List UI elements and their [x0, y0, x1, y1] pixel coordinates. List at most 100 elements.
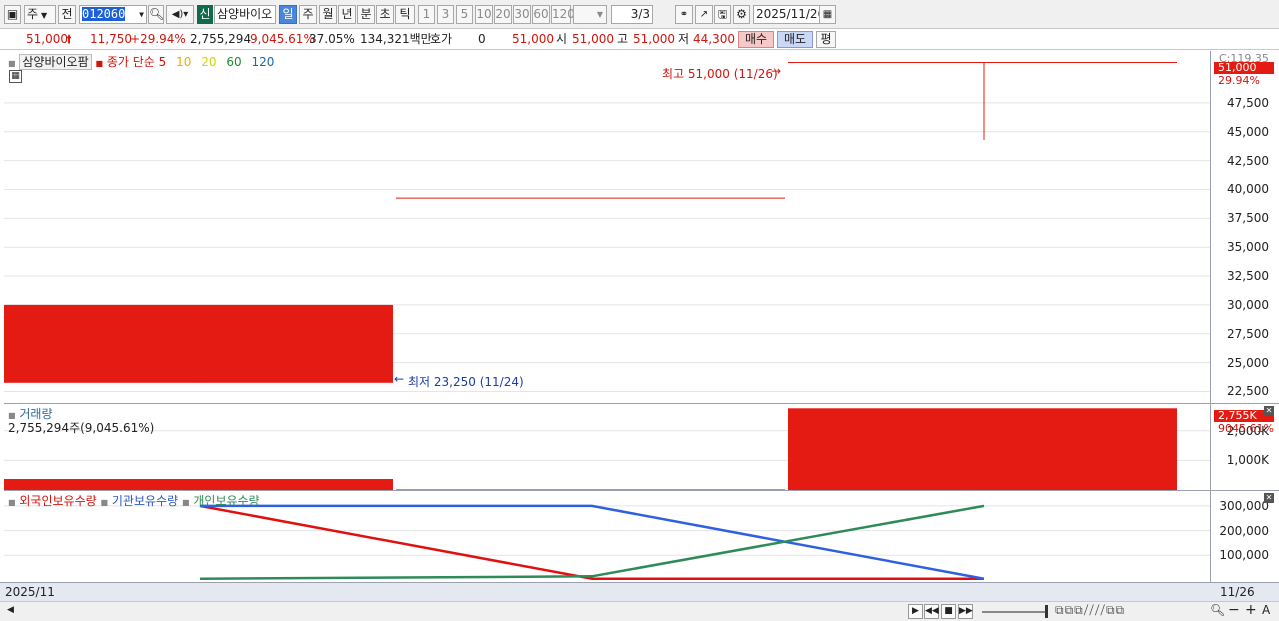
chevron-down-icon[interactable]: ▼: [139, 6, 144, 23]
price-y-tick-3: 40,000: [1227, 182, 1269, 197]
search-icon[interactable]: 🔍︎: [148, 5, 164, 24]
holdings-panel[interactable]: ■ 외국인보유수량 ■ 기관보유수량 ■ 개인보유수량: [4, 490, 1210, 582]
holdings-y-tick-2: 100,000: [1219, 548, 1269, 563]
price-legend: ■ 삼양바이오팜 ■ 종가 단순 5 10 20 60 120: [8, 53, 274, 70]
legend-marker-icon: ■: [181, 498, 190, 507]
open-label: 시: [556, 32, 568, 46]
tab-month[interactable]: 월: [319, 5, 337, 24]
high-price: 51,000: [633, 32, 675, 46]
save-icon[interactable]: 🖫: [714, 5, 731, 24]
tab-day[interactable]: 일: [279, 5, 297, 24]
low-price: 44,300: [693, 32, 735, 46]
price-y-tick-0: 47,500: [1227, 95, 1269, 110]
date-axis: 2025/11 11/26: [0, 582, 1279, 601]
volume-pct-tag: 9045.61%: [1218, 422, 1274, 435]
cursor-tool-icon[interactable]: ↗: [695, 5, 713, 24]
legend-ma-60: 60: [226, 55, 242, 69]
scroll-right-icon[interactable]: ▶: [908, 604, 923, 619]
tab-minute[interactable]: 분: [357, 5, 375, 24]
tab-week[interactable]: 주: [299, 5, 317, 24]
auto-scale-icon[interactable]: A: [1262, 603, 1270, 617]
low-label: 저: [678, 32, 690, 46]
grid-toggle-icon[interactable]: ▦: [9, 70, 22, 83]
volume-bar: [788, 408, 1177, 490]
prev-button[interactable]: 전: [58, 5, 76, 24]
close-panel-icon[interactable]: ✕: [1264, 493, 1274, 503]
volume-y-tick-1: 1,000K: [1226, 453, 1269, 468]
gear-icon[interactable]: ⚙: [733, 5, 750, 24]
price-y-axis: C:119.35 47,500 45,000 42,500 40,000 37,500 3…: [1210, 51, 1279, 403]
tab-tick[interactable]: 틱: [395, 5, 415, 24]
zoom-slider-handle[interactable]: [1045, 605, 1048, 618]
legend-marker-icon: ■: [8, 59, 16, 68]
legend-ma-5: 5: [158, 55, 167, 69]
legend-marker-icon: ■: [95, 59, 104, 68]
turnover-rate: 37.05%: [309, 32, 355, 46]
stock-name-field[interactable]: 삼양바이오: [214, 5, 276, 24]
period-type-select[interactable]: 주 ▼: [24, 5, 56, 24]
zoom-search-icon[interactable]: 🔍︎: [1210, 603, 1225, 617]
zoom-out-icon[interactable]: −: [1228, 602, 1240, 618]
binoculars-icon[interactable]: ⚭: [675, 5, 693, 24]
interval-1[interactable]: 1: [418, 5, 435, 24]
rewind-icon[interactable]: ◀◀: [924, 604, 939, 619]
zoom-slider[interactable]: [982, 611, 1046, 613]
arrow-right-icon: →: [771, 64, 782, 78]
ask-price: 51,000: [512, 32, 554, 46]
main-toolbar: ▣ 주 ▼ 전 012060 ▼ 🔍︎ ◀)▾ 신 삼양바이오 일 주 월 년 분 …: [0, 0, 1279, 29]
calendar-icon[interactable]: ▦: [819, 5, 836, 24]
page-indicator: 3/3: [611, 5, 653, 24]
interval-3[interactable]: 3: [437, 5, 454, 24]
sell-button[interactable]: 매도: [777, 31, 813, 48]
interval-10[interactable]: 10: [475, 5, 493, 24]
stock-code-input[interactable]: 012060 ▼: [79, 5, 147, 24]
volume-chart: [4, 408, 1210, 490]
price-y-tick-5: 35,000: [1227, 240, 1269, 255]
fast-forward-icon[interactable]: ▶▶: [958, 604, 973, 619]
tab-year[interactable]: 년: [338, 5, 356, 24]
price-tag: 51,000: [1214, 62, 1274, 74]
zoom-in-icon[interactable]: +: [1245, 602, 1257, 618]
stock-label-button[interactable]: 삼양바이오팜: [19, 54, 92, 70]
buy-button[interactable]: 매수: [738, 31, 774, 48]
price-chart-panel[interactable]: ■ 삼양바이오팜 ■ 종가 단순 5 10 20 60 120 ▦ 최고 51,…: [4, 51, 1210, 403]
holdings-series-line-2: [199, 504, 985, 581]
chevron-down-icon: ▼: [41, 11, 48, 20]
price-y-tick-2: 42,500: [1227, 153, 1269, 168]
chart-tools-icons[interactable]: ⧉⧉⧉⧸⧸⧸⧸⧉⧉: [1055, 603, 1125, 618]
high-label: 고: [617, 32, 629, 46]
interval-60[interactable]: 60: [532, 5, 550, 24]
date-axis-right: 11/26: [1220, 585, 1255, 599]
stop-icon[interactable]: ■: [941, 604, 956, 619]
interval-20[interactable]: 20: [494, 5, 512, 24]
holdings-y-tick-0: 300,000: [1219, 498, 1269, 513]
current-price: 51,000: [26, 32, 68, 46]
volume-panel[interactable]: ■ 거래량 2,755,294주(9,045.61%): [4, 403, 1210, 490]
legend-ma-20: 20: [201, 55, 217, 69]
price-y-tick-8: 27,500: [1227, 326, 1269, 341]
legend-marker-icon: ■: [100, 498, 109, 507]
interval-30[interactable]: 30: [513, 5, 531, 24]
price-y-tick-9: 25,000: [1227, 355, 1269, 370]
interval-120[interactable]: 120: [551, 5, 575, 24]
price-y-tick-1: 45,000: [1227, 124, 1269, 139]
volume-value: 2,755,294: [190, 32, 252, 46]
tab-second[interactable]: 초: [376, 5, 394, 24]
volume-pct: 9,045.61%: [250, 32, 315, 46]
date-input[interactable]: 2025/11/26: [753, 5, 826, 24]
speaker-icon[interactable]: ◀)▾: [166, 5, 194, 24]
price-chart: [4, 62, 1210, 392]
candle-body: [4, 304, 393, 383]
holdings-y-tick-1: 200,000: [1219, 523, 1269, 538]
close-panel-icon[interactable]: ✕: [1264, 406, 1274, 416]
interval-custom-select[interactable]: ▼: [573, 5, 607, 24]
price-y-tick-10: 22,500: [1227, 384, 1269, 399]
trade-amount: 134,321백만: [360, 32, 432, 46]
interval-5[interactable]: 5: [456, 5, 473, 24]
scroll-left-icon[interactable]: ◀: [3, 604, 18, 619]
eval-button[interactable]: 평: [816, 31, 836, 48]
window-menu-icon[interactable]: ▣: [4, 5, 21, 24]
chart-scroll-bar[interactable]: ◀ ▶ ◀◀ ■ ▶▶ ⧉⧉⧉⧸⧸⧸⧸⧉⧉ 🔍︎ − + A: [0, 601, 1279, 621]
high-annotation: 최고 51,000 (11/26): [662, 67, 778, 81]
price-change: 11,750: [90, 32, 132, 46]
